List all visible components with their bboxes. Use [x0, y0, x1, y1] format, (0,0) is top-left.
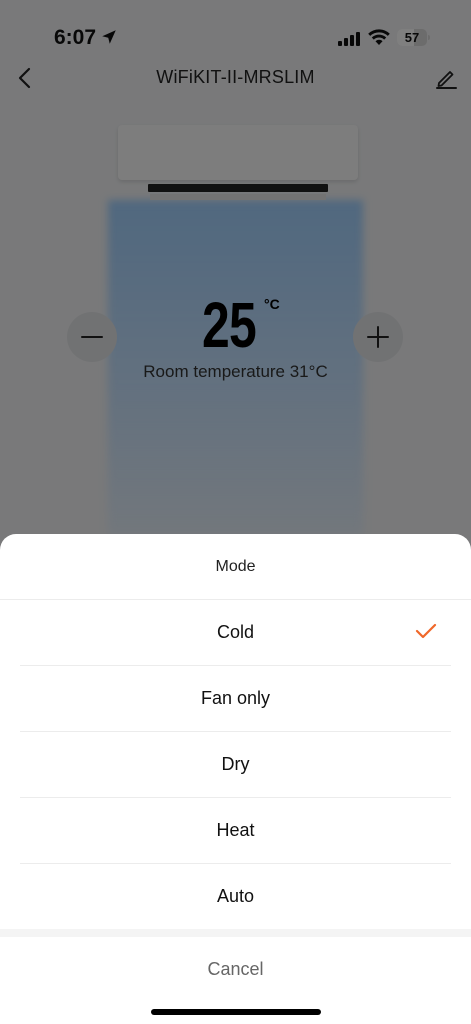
- mode-options-list: Cold Fan only Dry Heat Auto: [0, 600, 471, 929]
- sheet-separator: [0, 929, 471, 937]
- mode-option-label: Dry: [221, 754, 250, 774]
- mode-bottom-sheet: Mode Cold Fan only Dry Heat Auto Cancel: [0, 534, 471, 1024]
- sheet-title: Mode: [0, 534, 471, 600]
- mode-option-label: Fan only: [200, 688, 271, 708]
- mode-option-heat[interactable]: Heat: [20, 798, 451, 864]
- mode-option-cold[interactable]: Cold: [20, 600, 451, 666]
- cancel-button[interactable]: Cancel: [0, 937, 471, 1002]
- mode-option-auto[interactable]: Auto: [20, 864, 451, 929]
- mode-option-dry[interactable]: Dry: [20, 732, 451, 798]
- mode-option-fan-only[interactable]: Fan only: [20, 666, 451, 732]
- checkmark-icon: [415, 623, 437, 639]
- mode-option-label: Auto: [216, 886, 255, 906]
- home-indicator[interactable]: [151, 1009, 321, 1015]
- mode-option-label: Cold: [216, 622, 255, 642]
- mode-option-label: Heat: [216, 820, 255, 840]
